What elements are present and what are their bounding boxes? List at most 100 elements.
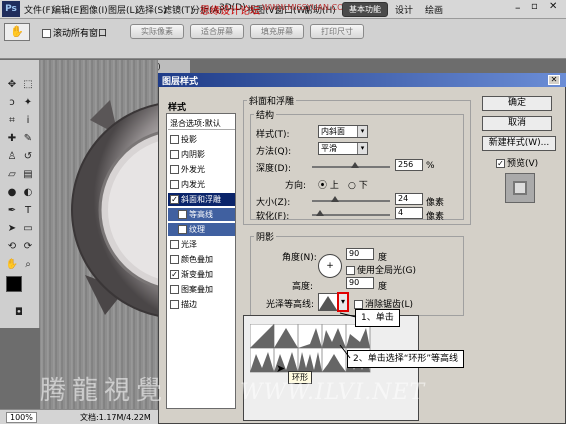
depth-slider[interactable] xyxy=(312,162,390,168)
step2-callout: 2、单击选择“环形”等高线 xyxy=(347,350,465,368)
size-slider[interactable] xyxy=(312,196,390,202)
style-item-inner-glow[interactable]: 内发光 xyxy=(168,178,235,191)
style-item-outer-glow[interactable]: 外发光 xyxy=(168,163,235,176)
healing-brush-icon[interactable]: ✚ xyxy=(5,132,19,146)
scroll-all-checkbox[interactable] xyxy=(42,29,51,38)
styles-header: 样式 xyxy=(168,103,187,113)
stamp-tool-icon[interactable]: ♙ xyxy=(5,150,19,164)
soften-slider-thumb[interactable] xyxy=(315,210,324,216)
cancel-button[interactable]: 取消 xyxy=(482,116,552,131)
menu-file[interactable]: 文件(F) xyxy=(24,3,54,16)
blend-options-item[interactable]: 混合选项:默认 xyxy=(168,117,235,130)
fit-screen-button[interactable]: 适合屏幕 xyxy=(190,24,244,39)
altitude-unit: 度 xyxy=(378,282,388,292)
style-item-drop-shadow[interactable]: 投影 xyxy=(168,133,235,146)
scroll-all-windows[interactable]: 滚动所有窗口 xyxy=(42,26,107,39)
menu-edit[interactable]: 编辑(E) xyxy=(52,3,83,16)
size-unit: 像素 xyxy=(426,198,445,208)
style-preview-thumbnail xyxy=(505,173,535,203)
dodge-tool-icon[interactable]: ◐ xyxy=(21,186,35,200)
bevel-style-select[interactable]: 内斜面 ▾ xyxy=(318,125,368,138)
depth-input[interactable]: 256 xyxy=(395,159,423,171)
brush-tool-icon[interactable]: ✎ xyxy=(21,132,35,146)
foreground-color-swatch[interactable] xyxy=(6,276,22,292)
soften-slider[interactable] xyxy=(312,210,390,216)
workspace-basic[interactable]: 基本功能 xyxy=(342,2,388,17)
menu-filter[interactable]: 滤镜(T) xyxy=(163,3,194,16)
style-list: 混合选项:默认 投影 内阴影 外发光 内发光 ✓ 斜面和浮雕 等高线 纹理 光泽 … xyxy=(166,113,236,409)
options-bar: ✋ 滚动所有窗口 实际像素 适合屏幕 填充屏幕 打印尺寸 xyxy=(0,19,566,59)
technique-select[interactable]: 平滑 ▾ xyxy=(318,142,368,155)
history-brush-icon[interactable]: ↺ xyxy=(21,150,35,164)
eraser-tool-icon[interactable]: ▱ xyxy=(5,168,19,182)
workspace-paint[interactable]: 绘画 xyxy=(425,3,443,16)
hand-icon[interactable]: ✋ xyxy=(5,258,19,272)
step1-callout: 1、单击 xyxy=(355,309,400,327)
dialog-close-icon[interactable]: ✕ xyxy=(548,75,560,85)
depth-unit: % xyxy=(426,161,435,171)
restore-icon[interactable]: ▫ xyxy=(531,1,538,12)
size-slider-thumb[interactable] xyxy=(331,196,340,202)
direction-down[interactable]: ○ 下 xyxy=(348,178,368,191)
style-item-contour[interactable]: 等高线 xyxy=(168,208,235,221)
blur-tool-icon[interactable]: ● xyxy=(5,186,19,200)
toolbox: ✥ ⬚ ↄ ✦ ⌗ ⅰ ✚ ✎ ♙ ↺ ▱ ▤ ● ◐ ✒ T ➤ ▭ ⟲ ⟳ … xyxy=(0,60,40,328)
gloss-contour-preview[interactable] xyxy=(318,293,338,311)
eyedropper-icon[interactable]: ⅰ xyxy=(21,114,35,128)
direction-label: 方向: xyxy=(285,181,307,191)
shape-tool-icon[interactable]: ▭ xyxy=(21,222,35,236)
3d-rotate-icon[interactable]: ⟲ xyxy=(5,240,19,254)
document-canvas[interactable] xyxy=(40,60,158,410)
watermark-url-bottom: WWW.ILVI.NET xyxy=(240,380,426,405)
pen-tool-icon[interactable]: ✒ xyxy=(5,204,19,218)
fill-screen-button[interactable]: 填充屏幕 xyxy=(250,24,304,39)
global-light-toggle[interactable]: 使用全局光(G) xyxy=(346,263,416,276)
preview-toggle[interactable]: ✓ 预览(V) xyxy=(496,156,538,169)
zoom-level[interactable]: 100% xyxy=(6,412,37,423)
ok-button[interactable]: 确定 xyxy=(482,96,552,111)
photoshop-logo: Ps xyxy=(2,1,20,17)
crop-tool-icon[interactable]: ⌗ xyxy=(5,114,19,128)
dialog-titlebar[interactable] xyxy=(158,73,566,87)
actual-pixels-button[interactable]: 实际像素 xyxy=(130,24,184,39)
marquee-tool-icon[interactable]: ⬚ xyxy=(21,78,35,92)
document-size: 文档:1.17M/4.22M xyxy=(80,413,151,422)
direction-up[interactable]: ⦿ 上 xyxy=(318,178,339,191)
print-size-button[interactable]: 打印尺寸 xyxy=(310,24,364,39)
3d-orbit-icon[interactable]: ⟳ xyxy=(21,240,35,254)
path-select-icon[interactable]: ➤ xyxy=(5,222,19,236)
close-icon[interactable]: ✕ xyxy=(549,1,557,12)
quick-mask-icon[interactable]: ◘ xyxy=(12,306,26,320)
style-item-gradient-overlay[interactable]: ✓ 渐变叠加 xyxy=(168,268,235,281)
menu-layer[interactable]: 图层(L) xyxy=(108,3,138,16)
soften-input[interactable]: 4 xyxy=(395,207,423,219)
watermark-cn: 腾龍視覺 xyxy=(40,376,169,406)
menu-bar: Ps 文件(F) 编辑(E) 图像(I) 图层(L) 选择(S) 滤镜(T) 分… xyxy=(0,0,566,19)
style-item-pattern-overlay[interactable]: 图案叠加 xyxy=(168,283,235,296)
move-tool-icon[interactable]: ✥ xyxy=(5,78,19,92)
hand-tool-icon[interactable]: ✋ xyxy=(4,23,30,41)
zoom-tool-icon[interactable]: ⌕ xyxy=(21,258,35,272)
type-tool-icon[interactable]: T xyxy=(21,204,35,218)
minimize-icon[interactable]: – xyxy=(515,1,521,14)
soften-label: 软化(F): xyxy=(256,212,290,222)
altitude-input[interactable]: 90 xyxy=(346,277,374,289)
new-style-button[interactable]: 新建样式(W)... xyxy=(482,136,556,151)
angle-input[interactable]: 90 xyxy=(346,248,374,260)
style-item-bevel-emboss[interactable]: ✓ 斜面和浮雕 xyxy=(168,193,235,206)
style-item-satin[interactable]: 光泽 xyxy=(168,238,235,251)
style-item-color-overlay[interactable]: 颜色叠加 xyxy=(168,253,235,266)
angle-dial[interactable]: + xyxy=(318,254,342,278)
style-item-inner-shadow[interactable]: 内阴影 xyxy=(168,148,235,161)
altitude-label: 高度: xyxy=(292,282,314,292)
workspace-design[interactable]: 设计 xyxy=(395,3,413,16)
style-item-texture[interactable]: 纹理 xyxy=(168,223,235,236)
magic-wand-icon[interactable]: ✦ xyxy=(21,96,35,110)
gradient-tool-icon[interactable]: ▤ xyxy=(21,168,35,182)
menu-image[interactable]: 图像(I) xyxy=(80,3,108,16)
size-input[interactable]: 24 xyxy=(395,193,423,205)
style-item-stroke[interactable]: 描边 xyxy=(168,298,235,311)
technique-label: 方法(Q): xyxy=(256,147,292,157)
depth-slider-thumb[interactable] xyxy=(350,162,359,168)
lasso-tool-icon[interactable]: ↄ xyxy=(5,96,19,110)
